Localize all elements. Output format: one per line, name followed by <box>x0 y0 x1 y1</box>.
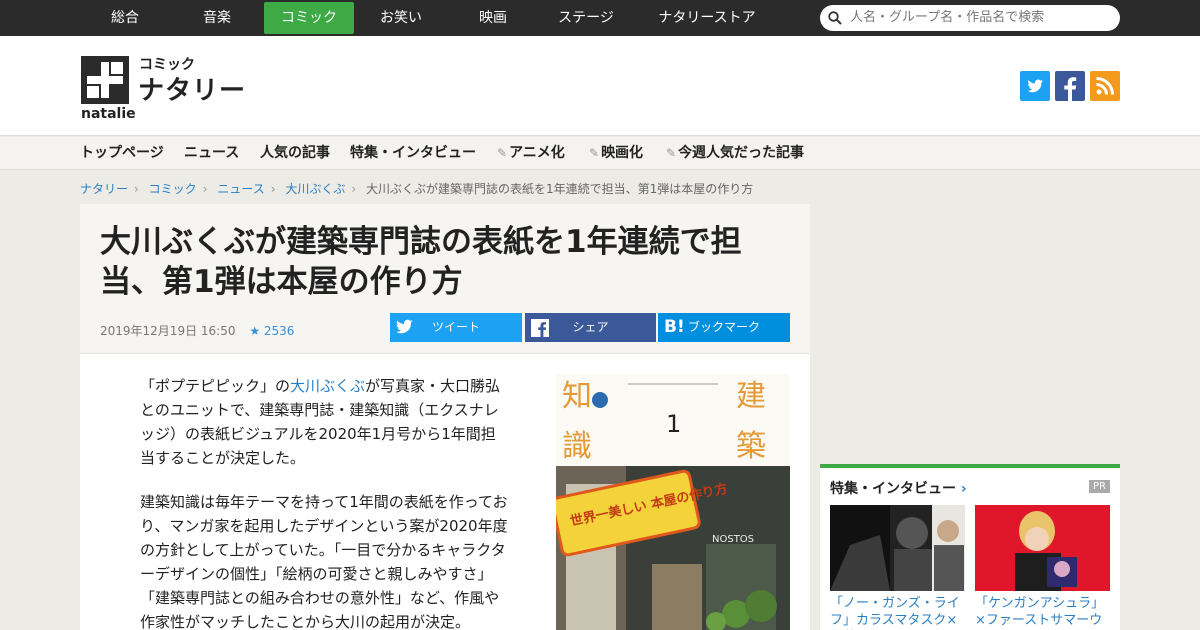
rss-icon <box>1096 77 1114 95</box>
star-count-value: 2536 <box>263 324 295 338</box>
nav-comic[interactable]: コミック <box>264 2 354 34</box>
article-header: 大川ぶくぶが建築専門誌の表紙を1年連続で担当、第1弾は本屋の作り方 2019年1… <box>80 204 810 354</box>
subnav-top[interactable]: トップページ <box>80 137 164 170</box>
chevron-right-icon: › <box>134 181 139 196</box>
natalie-logo-icon[interactable] <box>81 56 129 104</box>
artist-link[interactable]: 大川ぶくぶ <box>290 377 365 395</box>
breadcrumb-artist[interactable]: 大川ぶくぶ <box>285 182 345 196</box>
breadcrumb-news[interactable]: ニュース <box>217 182 264 196</box>
nav-store[interactable]: ナタリーストア <box>650 2 764 34</box>
cover-issue: 1 <box>666 410 681 438</box>
article-title: 大川ぶくぶが建築専門誌の表紙を1年連続で担当、第1弾は本屋の作り方 <box>100 224 742 300</box>
feature-card[interactable]: 「ノー・ガンズ・ライフ」カラスマタスク×伊藤祐往 <box>830 505 965 630</box>
paragraph-1: 「ポプテピピック」の大川ぶくぶが写真家・大口勝弘とのユニットで、建築専門誌・建築… <box>140 374 510 470</box>
breadcrumb-current: 大川ぶくぶが建築専門誌の表紙を1年連続で担当、第1弾は本屋の作り方 <box>366 182 754 196</box>
rss-link[interactable] <box>1090 71 1120 101</box>
subnav-anime-label: アニメ化 <box>509 145 565 161</box>
p1-pre: 「ポプテピピック」の <box>140 377 291 395</box>
global-nav: 総合 音楽 コミック お笑い 映画 ステージ ナタリーストア 人名・グループ名・… <box>0 0 1200 36</box>
site-header: コミック ナタリー natalie <box>0 36 1200 136</box>
facebook-icon <box>1064 77 1077 101</box>
tag-icon: ✎ <box>589 146 600 160</box>
breadcrumb-natalie[interactable]: ナタリー <box>80 182 128 196</box>
cover-char: 築 <box>736 429 766 464</box>
breadcrumb: ナタリー › コミック › ニュース › 大川ぶくぶ › 大川ぶくぶが建築専門誌の表紙を… <box>80 180 754 197</box>
paragraph-2: 建築知識は毎年テーマを持って1年間の表紙を作っており、マンガ家を起用したデザイン… <box>140 493 508 630</box>
search-box[interactable]: 人名・グループ名・作品名で検索 <box>820 5 1120 31</box>
hatena-bookmark-button[interactable]: B! ブックマーク <box>658 313 790 342</box>
tweet-button[interactable]: ツイート <box>390 313 522 342</box>
logo-name[interactable]: ナタリー <box>138 70 246 107</box>
tag-icon: ✎ <box>666 146 677 160</box>
sidebar-feature-box: 特集・インタビュー › PR 「ノー・ガンズ・ライフ」カラスマタスク×伊藤祐往 <box>820 464 1120 630</box>
article-body: 「ポプテピピック」の大川ぶくぶが写真家・大口勝弘とのユニットで、建築専門誌・建築… <box>140 374 510 630</box>
search-icon <box>828 11 842 25</box>
nav-owarai[interactable]: お笑い <box>370 2 432 34</box>
article-date: 2019年12月19日 16:50 <box>100 324 236 338</box>
feature-card-image <box>975 505 1110 591</box>
breadcrumb-comic[interactable]: コミック <box>149 182 197 196</box>
cover-image[interactable]: 知 識 建 築 1 世界一美しい 本屋の作り方 NOSTOS <box>556 374 790 630</box>
facebook-link[interactable] <box>1055 71 1085 101</box>
tweet-label: ツイート <box>431 320 480 334</box>
twitter-link[interactable] <box>1020 71 1050 101</box>
tag-icon: ✎ <box>497 146 508 160</box>
nav-stage[interactable]: ステージ <box>546 2 626 34</box>
logo-sub: natalie <box>81 106 136 122</box>
subnav-movie-label: 映画化 <box>601 145 644 161</box>
article: 大川ぶくぶが建築専門誌の表紙を1年連続で担当、第1弾は本屋の作り方 2019年1… <box>80 204 810 630</box>
search-placeholder: 人名・グループ名・作品名で検索 <box>850 10 1045 25</box>
cover-char: 知 <box>562 379 592 414</box>
chevron-right-icon: › <box>202 181 208 196</box>
hatena-label: ブックマーク <box>687 320 760 334</box>
pr-badge: PR <box>1089 480 1110 493</box>
sub-nav: トップページ ニュース 人気の記事 特集・インタビュー ✎ アニメ化 ✎ 映画化 ✎… <box>0 137 1200 170</box>
star-icon: ★ <box>249 324 261 338</box>
feature-photo-1 <box>830 505 965 591</box>
feature-card-image <box>830 505 965 591</box>
subnav-movie[interactable]: ✎ 映画化 <box>589 137 643 170</box>
magazine-cover-illustration: 知 識 建 築 1 世界一美しい 本屋の作り方 NOSTOS <box>556 374 790 630</box>
article-meta: 2019年12月19日 16:50 ★ 2536 <box>100 322 294 339</box>
subnav-news[interactable]: ニュース <box>184 137 239 170</box>
chevron-right-icon: › <box>351 181 357 196</box>
subnav-weekly-label: 今週人気だった記事 <box>678 145 805 161</box>
chevron-right-icon: › <box>960 481 967 497</box>
nav-general[interactable]: 総合 <box>94 2 156 34</box>
facebook-share-button[interactable]: シェア <box>525 313 656 342</box>
cover-char: 識 <box>562 429 592 464</box>
facebook-share-label: シェア <box>572 320 609 334</box>
chevron-right-icon: › <box>270 181 276 196</box>
subnav-weekly[interactable]: ✎ 今週人気だった記事 <box>666 137 804 170</box>
sidebar-heading[interactable]: 特集・インタビュー › <box>830 478 967 498</box>
feature-card-caption: 「ケンガンアシュラ」×ファーストサマーウイカ <box>975 596 1105 628</box>
feature-photo-2 <box>975 505 1110 591</box>
subnav-anime[interactable]: ✎ アニメ化 <box>497 137 565 170</box>
star-count[interactable]: ★ 2536 <box>249 324 294 338</box>
nav-eiga[interactable]: 映画 <box>462 2 524 34</box>
subnav-feature[interactable]: 特集・インタビュー <box>350 137 476 170</box>
feature-card[interactable]: 「ケンガンアシュラ」×ファーストサマーウイカ <box>975 505 1110 630</box>
twitter-icon <box>1027 79 1043 93</box>
sidebar-heading-label: 特集・インタビュー <box>830 481 956 497</box>
subnav-popular[interactable]: 人気の記事 <box>260 137 330 170</box>
nav-music[interactable]: 音楽 <box>186 2 248 34</box>
cover-char: 建 <box>736 379 766 414</box>
feature-card-caption: 「ノー・ガンズ・ライフ」カラスマタスク×伊藤祐往 <box>830 596 960 628</box>
cover-shop-sign: NOSTOS <box>712 534 754 545</box>
